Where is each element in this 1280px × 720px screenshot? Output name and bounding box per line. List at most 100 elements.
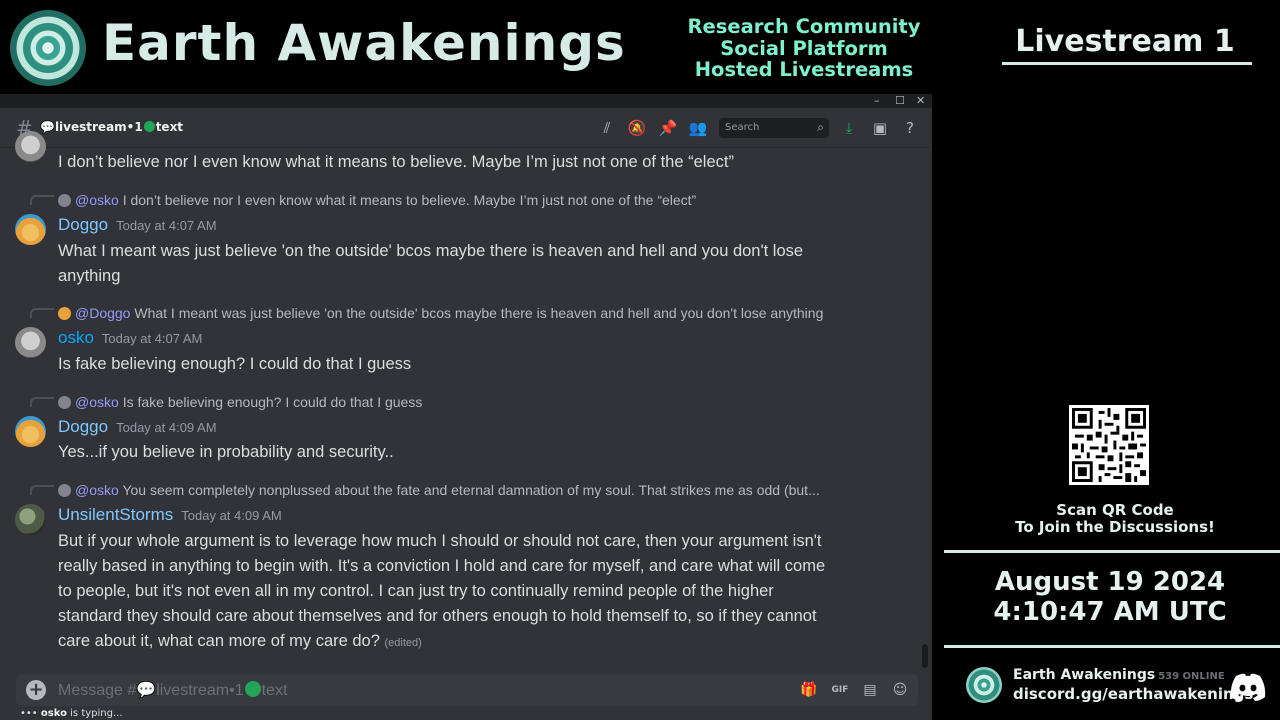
timestamp: Today at 4:07 AM	[116, 218, 217, 233]
qr-code	[1069, 405, 1149, 485]
server-name: Earth Awakenings	[1013, 667, 1156, 683]
message-input[interactable]: Message #💬livestream•1 text	[58, 680, 287, 700]
minimize-button[interactable]: –	[874, 94, 880, 108]
window-titlebar: – ☐ ✕	[0, 94, 932, 108]
message-text: standard they should care about themselv…	[58, 607, 817, 625]
channel-name: 💬livestream•1 text	[40, 120, 183, 134]
search-icon: ⌕	[817, 120, 824, 134]
stream-info-panel: Livestream 1 Scan QR Code To Join the Di…	[940, 0, 1280, 720]
reply-spine	[30, 308, 54, 318]
channel-name-prefix: 💬livestream•1	[40, 120, 143, 134]
message-text: anything	[58, 267, 121, 285]
stream-datetime: August 19 2024 4:10:47 AM UTC	[960, 567, 1260, 627]
divider-top	[944, 550, 1280, 553]
close-window-button[interactable]: ✕	[916, 94, 925, 108]
banner: Earth Awakenings Research Community Soci…	[0, 0, 940, 94]
maximize-button[interactable]: ☐	[895, 94, 905, 108]
stream-date: August 19 2024	[994, 567, 1226, 597]
member-list-icon[interactable]: 👥	[687, 117, 709, 139]
notification-bell-muted-icon[interactable]: 🔕	[626, 117, 648, 139]
reply-avatar	[58, 396, 71, 409]
discord-logo-icon	[1230, 673, 1266, 701]
reply-mention[interactable]: @Doggo	[75, 305, 130, 321]
typing-dots-icon: •••	[20, 708, 38, 719]
qr-caption: Scan QR Code To Join the Discussions!	[980, 502, 1250, 536]
title-underline	[1002, 62, 1252, 65]
placeholder-prefix: Message #💬livestream•1	[58, 682, 244, 699]
reply-text: What I meant was just believe 'on the ou…	[134, 305, 824, 321]
message-text: What I meant was just believe 'on the ou…	[58, 242, 804, 260]
reply-avatar	[58, 307, 71, 320]
reply-text: I don’t believe nor I even know what it …	[122, 192, 697, 208]
avatar[interactable]	[15, 416, 46, 447]
reply-spine	[30, 485, 54, 495]
typing-user: osko	[40, 708, 67, 719]
qr-caption-line-1: Scan QR Code	[1056, 501, 1174, 519]
author-name[interactable]: UnsilentStorms	[58, 505, 173, 524]
typing-suffix: is typing...	[66, 708, 123, 719]
message-text: really based in anything to begin with. …	[58, 557, 826, 575]
tagline-3: Hosted Livestreams	[694, 58, 914, 81]
message-composer[interactable]: + Message #💬livestream•1 text 🎁 GIF ▤ ☺	[16, 674, 918, 706]
message-text: I don’t believe nor I even know what it …	[58, 153, 734, 171]
author-name[interactable]: Doggo	[58, 417, 108, 436]
taglines: Research Community Social Platform Hoste…	[676, 16, 932, 81]
edited-label: (edited)	[384, 637, 422, 649]
add-attachment-button[interactable]: +	[26, 680, 46, 700]
reply-mention[interactable]: @osko	[75, 482, 119, 498]
inbox-icon[interactable]: ▣	[869, 117, 891, 139]
message-author-row: UnsilentStorms Today at 4:09 AM	[58, 505, 282, 525]
gif-icon[interactable]: GIF	[830, 680, 850, 700]
green-circle-icon	[244, 681, 261, 697]
message-author-row: Doggo Today at 4:09 AM	[58, 417, 217, 437]
threads-icon[interactable]: ⫽	[596, 117, 618, 139]
divider-bottom	[944, 645, 1280, 648]
timestamp: Today at 4:07 AM	[101, 331, 203, 346]
pinned-messages-icon[interactable]: 📌	[657, 117, 679, 139]
placeholder-suffix: text	[261, 682, 288, 699]
reply-avatar	[58, 194, 71, 207]
reply-preview[interactable]: @osko Is fake believing enough? I could …	[58, 394, 422, 410]
reply-mention[interactable]: @osko	[75, 192, 119, 208]
gift-icon[interactable]: 🎁	[799, 680, 819, 700]
server-invite-link: discord.gg/earthawakenings	[1013, 685, 1254, 703]
avatar[interactable]	[15, 504, 46, 535]
message-text: to people, but it's not even all in my c…	[58, 582, 774, 600]
server-icon	[966, 667, 1002, 703]
qr-caption-line-2: To Join the Discussions!	[1015, 518, 1215, 536]
reply-text: Is fake believing enough? I could do tha…	[122, 394, 423, 410]
reply-mention[interactable]: @osko	[75, 394, 119, 410]
channel-header: # 💬livestream•1 text ⫽ 🔕 📌 👥 Search ⌕ ⤓ ▣…	[0, 108, 932, 148]
discord-window: – ☐ ✕ # 💬livestream•1 text ⫽ 🔕 📌 👥 Search…	[0, 94, 932, 720]
message-author-row: osko Today at 4:07 AM	[58, 328, 202, 348]
earth-awakenings-logo	[10, 10, 86, 86]
server-online-count: 539 ONLINE	[1158, 671, 1225, 682]
avatar[interactable]	[15, 131, 46, 162]
reply-preview[interactable]: @osko I don’t believe nor I even know wh…	[58, 192, 696, 208]
download-icon[interactable]: ⤓	[838, 117, 860, 139]
emoji-icon[interactable]: ☺	[890, 680, 910, 700]
reply-spine	[30, 397, 54, 407]
avatar[interactable]	[15, 327, 46, 358]
sticker-icon[interactable]: ▤	[860, 680, 880, 700]
reply-spine	[30, 195, 54, 205]
message-text-last: care about it, what can more of my care …	[58, 629, 422, 656]
author-name[interactable]: osko	[58, 328, 94, 347]
livestream-title: Livestream 1	[1015, 24, 1235, 59]
message-text: Yes...if you believe in probability and …	[58, 443, 394, 461]
author-name[interactable]: Doggo	[58, 215, 108, 234]
brand-title: Earth Awakenings	[102, 14, 626, 72]
reply-preview[interactable]: @Doggo What I meant was just believe 'on…	[58, 305, 823, 321]
message-text: Is fake believing enough? I could do tha…	[58, 355, 412, 373]
help-icon[interactable]: ?	[899, 117, 921, 139]
reply-preview[interactable]: @osko You seem completely nonplussed abo…	[58, 482, 820, 498]
reply-avatar	[58, 484, 71, 497]
message-text: care about it, what can more of my care …	[58, 632, 380, 650]
avatar[interactable]	[15, 214, 46, 245]
qr-code-graphic	[1072, 408, 1146, 482]
scrollbar[interactable]	[922, 644, 928, 668]
search-box[interactable]: Search ⌕	[719, 118, 829, 138]
timestamp: Today at 4:09 AM	[181, 508, 282, 523]
tagline-2: Social Platform	[720, 36, 888, 60]
message-list: I don’t believe nor I even know what it …	[0, 131, 932, 670]
